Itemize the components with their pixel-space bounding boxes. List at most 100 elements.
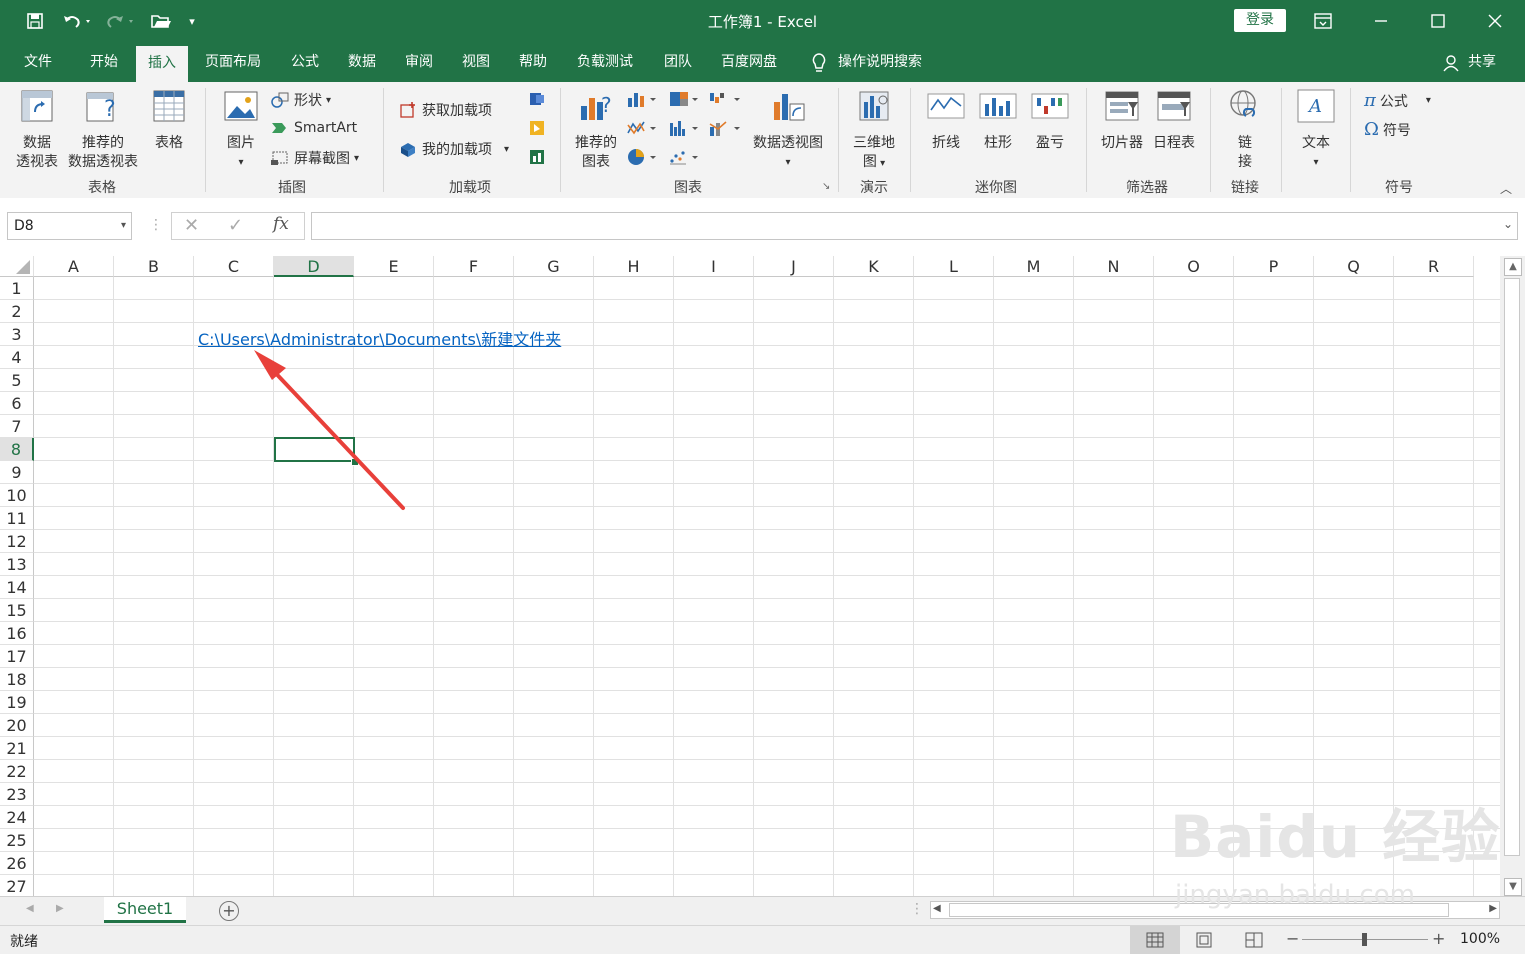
row-header-20[interactable]: 20: [0, 714, 34, 737]
row-header-6[interactable]: 6: [0, 392, 34, 415]
scroll-up-icon[interactable]: ▲: [1504, 258, 1522, 276]
row-header-9[interactable]: 9: [0, 461, 34, 484]
column-header-q[interactable]: Q: [1314, 256, 1394, 277]
3d-map-button[interactable]: 三维地 图 ▾: [846, 88, 902, 173]
column-header-m[interactable]: M: [994, 256, 1074, 277]
row-header-24[interactable]: 24: [0, 806, 34, 829]
row-header-15[interactable]: 15: [0, 599, 34, 622]
split-dots-icon[interactable]: ⋮: [910, 901, 924, 917]
scroll-right-icon[interactable]: ▶: [1489, 903, 1497, 914]
row-header-16[interactable]: 16: [0, 622, 34, 645]
combo-chart-icon[interactable]: [708, 119, 742, 141]
pie-chart-icon[interactable]: [626, 148, 658, 170]
zoom-slider-thumb[interactable]: [1362, 933, 1367, 946]
link-button[interactable]: 链 接: [1222, 88, 1268, 172]
column-header-l[interactable]: L: [914, 256, 994, 277]
pivot-chart-button[interactable]: 数据透视图 ▾: [748, 88, 828, 172]
column-header-b[interactable]: B: [114, 256, 194, 277]
row-header-8[interactable]: 8: [0, 438, 34, 461]
tab-review[interactable]: 审阅: [396, 42, 442, 82]
login-button[interactable]: 登录: [1234, 9, 1286, 32]
column-header-i[interactable]: I: [674, 256, 754, 277]
column-header-p[interactable]: P: [1234, 256, 1314, 277]
people-graph-icon[interactable]: [528, 148, 546, 170]
confirm-check-icon[interactable]: ✓: [228, 215, 243, 236]
ribbon-display-options-icon[interactable]: [1300, 6, 1346, 36]
hierarchy-chart-icon[interactable]: [668, 90, 700, 112]
row-header-25[interactable]: 25: [0, 829, 34, 852]
row-header-11[interactable]: 11: [0, 507, 34, 530]
line-chart-icon[interactable]: [626, 119, 658, 141]
column-header-g[interactable]: G: [514, 256, 594, 277]
slicer-button[interactable]: 切片器: [1096, 88, 1148, 153]
expand-formula-bar-icon[interactable]: ⌄: [1503, 217, 1513, 231]
page-break-view-icon[interactable]: [1245, 932, 1263, 952]
vertical-scrollbar[interactable]: ▲ ▼: [1500, 256, 1525, 896]
recommended-charts-button[interactable]: ? 推荐的 图表: [570, 88, 622, 172]
scatter-chart-icon[interactable]: [668, 148, 700, 170]
share-button[interactable]: 共享: [1462, 42, 1502, 82]
column-header-o[interactable]: O: [1154, 256, 1234, 277]
sparkline-column-button[interactable]: 柱形: [972, 88, 1024, 153]
recommended-pivot-button[interactable]: ? 推荐的 数据透视表: [64, 88, 142, 172]
visio-addin-icon[interactable]: [528, 90, 546, 112]
row-header-26[interactable]: 26: [0, 852, 34, 875]
column-header-c[interactable]: C: [194, 256, 274, 277]
row-header-12[interactable]: 12: [0, 530, 34, 553]
row-header-22[interactable]: 22: [0, 760, 34, 783]
table-button[interactable]: 表格: [146, 88, 192, 153]
screenshot-button[interactable]: 屏幕截图 ▾: [270, 148, 359, 168]
vertical-scroll-thumb[interactable]: [1504, 278, 1520, 856]
row-header-23[interactable]: 23: [0, 783, 34, 806]
zoom-level[interactable]: 100%: [1460, 931, 1500, 947]
column-chart-icon[interactable]: [626, 90, 658, 112]
row-header-3[interactable]: 3: [0, 323, 34, 346]
scroll-down-icon[interactable]: ▼: [1504, 878, 1522, 896]
name-box[interactable]: D8 ▾: [7, 212, 132, 240]
shapes-button[interactable]: 形状 ▾: [270, 90, 331, 110]
row-header-17[interactable]: 17: [0, 645, 34, 668]
add-sheet-icon[interactable]: +: [219, 901, 239, 921]
tab-file[interactable]: 文件: [14, 42, 62, 82]
column-header-a[interactable]: A: [34, 256, 114, 277]
row-header-13[interactable]: 13: [0, 553, 34, 576]
row-header-19[interactable]: 19: [0, 691, 34, 714]
normal-view-button[interactable]: [1130, 926, 1180, 954]
column-header-h[interactable]: H: [594, 256, 674, 277]
tab-insert[interactable]: 插入: [136, 46, 188, 82]
row-header-27[interactable]: 27: [0, 875, 34, 896]
dialog-launcher-icon[interactable]: ↘: [822, 181, 830, 192]
row-header-2[interactable]: 2: [0, 300, 34, 323]
column-header-f[interactable]: F: [434, 256, 514, 277]
cancel-x-icon[interactable]: ✕: [184, 215, 199, 236]
formula-input[interactable]: ⌄: [311, 212, 1518, 240]
page-layout-view-icon[interactable]: [1195, 932, 1213, 952]
tab-home[interactable]: 开始: [80, 42, 128, 82]
close-icon[interactable]: [1472, 6, 1518, 36]
scroll-sheets-right-icon[interactable]: ▶: [56, 903, 64, 914]
sparkline-winloss-button[interactable]: 盈亏: [1024, 88, 1076, 153]
tab-load-test[interactable]: 负载测试: [568, 42, 642, 82]
symbol-button[interactable]: Ω 符号: [1364, 119, 1411, 140]
pivot-table-button[interactable]: 数据 透视表: [12, 88, 62, 172]
row-header-18[interactable]: 18: [0, 668, 34, 691]
tell-me-search[interactable]: 操作说明搜索: [838, 42, 938, 82]
maximize-icon[interactable]: [1415, 6, 1461, 36]
zoom-in-icon[interactable]: +: [1432, 929, 1445, 948]
chevron-down-icon[interactable]: ▾: [121, 213, 126, 239]
row-header-1[interactable]: 1: [0, 277, 34, 300]
my-addins-button[interactable]: 我的加载项 ▾: [398, 139, 509, 159]
tab-data[interactable]: 数据: [339, 42, 385, 82]
row-header-5[interactable]: 5: [0, 369, 34, 392]
column-header-d[interactable]: D: [274, 256, 354, 277]
equation-button[interactable]: π 公式 ▾: [1364, 90, 1431, 111]
smartart-button[interactable]: SmartArt: [270, 119, 357, 137]
column-header-j[interactable]: J: [754, 256, 834, 277]
column-header-r[interactable]: R: [1394, 256, 1474, 277]
tab-help[interactable]: 帮助: [510, 42, 556, 82]
row-header-10[interactable]: 10: [0, 484, 34, 507]
select-all-corner[interactable]: [0, 256, 34, 277]
sparkline-line-button[interactable]: 折线: [920, 88, 972, 153]
row-header-14[interactable]: 14: [0, 576, 34, 599]
scroll-left-icon[interactable]: ◀: [933, 903, 941, 914]
